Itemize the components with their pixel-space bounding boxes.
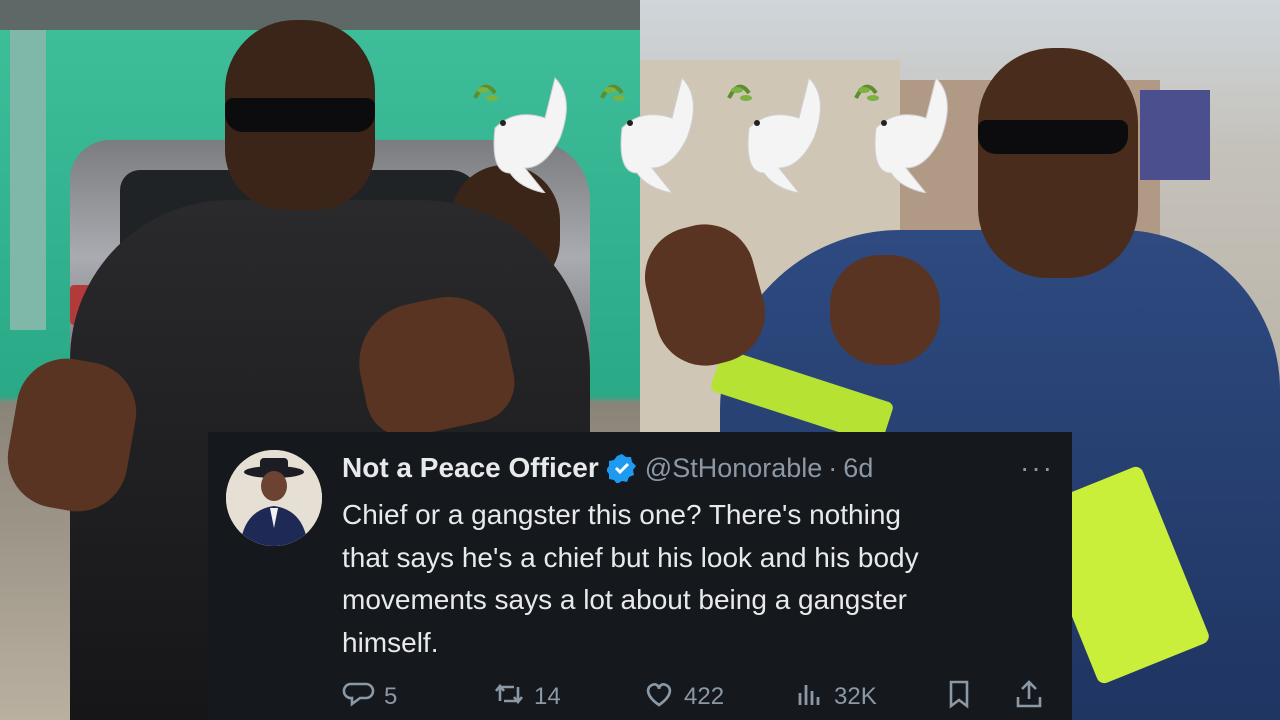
tweet-header: Not a Peace Officer @StHonorable · 6d bbox=[342, 448, 873, 488]
reply-icon bbox=[342, 677, 376, 718]
right-man-head bbox=[978, 48, 1138, 278]
left-man-sunglasses bbox=[225, 98, 375, 132]
share-button[interactable] bbox=[1012, 677, 1052, 718]
like-count: 422 bbox=[684, 683, 725, 710]
timestamp[interactable]: 6d bbox=[843, 453, 873, 484]
views-button[interactable]: 32K bbox=[792, 677, 942, 718]
right-man-sunglasses bbox=[978, 120, 1128, 154]
dove-icon bbox=[592, 68, 707, 194]
view-count: 32K bbox=[834, 683, 877, 710]
like-button[interactable]: 422 bbox=[642, 677, 792, 718]
handle[interactable]: @StHonorable bbox=[645, 453, 823, 484]
tweet-actions: 5 14 422 32K bbox=[342, 679, 1054, 714]
tweet-text: Chief or a gangster this one? There's no… bbox=[342, 499, 919, 658]
retweet-icon bbox=[492, 677, 526, 718]
share-icon bbox=[1012, 677, 1046, 718]
dove-icon bbox=[465, 68, 580, 194]
right-man-hand-2 bbox=[830, 255, 940, 365]
reply-button[interactable]: 5 bbox=[342, 677, 492, 718]
reply-count: 5 bbox=[384, 683, 398, 710]
bookmark-button[interactable] bbox=[942, 677, 1012, 718]
display-name[interactable]: Not a Peace Officer bbox=[342, 452, 599, 484]
retweet-button[interactable]: 14 bbox=[492, 677, 642, 718]
more-options-icon[interactable]: ··· bbox=[1020, 452, 1054, 484]
dove-icon bbox=[846, 68, 961, 194]
verified-icon bbox=[605, 453, 637, 484]
dove-icon bbox=[719, 68, 834, 194]
bookmark-icon bbox=[942, 677, 976, 718]
like-icon bbox=[642, 677, 676, 718]
retweet-count: 14 bbox=[534, 683, 561, 710]
views-icon bbox=[792, 677, 826, 718]
separator-dot: · bbox=[828, 452, 838, 483]
tweet-card[interactable]: Not a Peace Officer @StHonorable · 6d ··… bbox=[208, 432, 1072, 720]
avatar[interactable] bbox=[226, 450, 322, 546]
dove-emoji-row bbox=[465, 68, 965, 198]
